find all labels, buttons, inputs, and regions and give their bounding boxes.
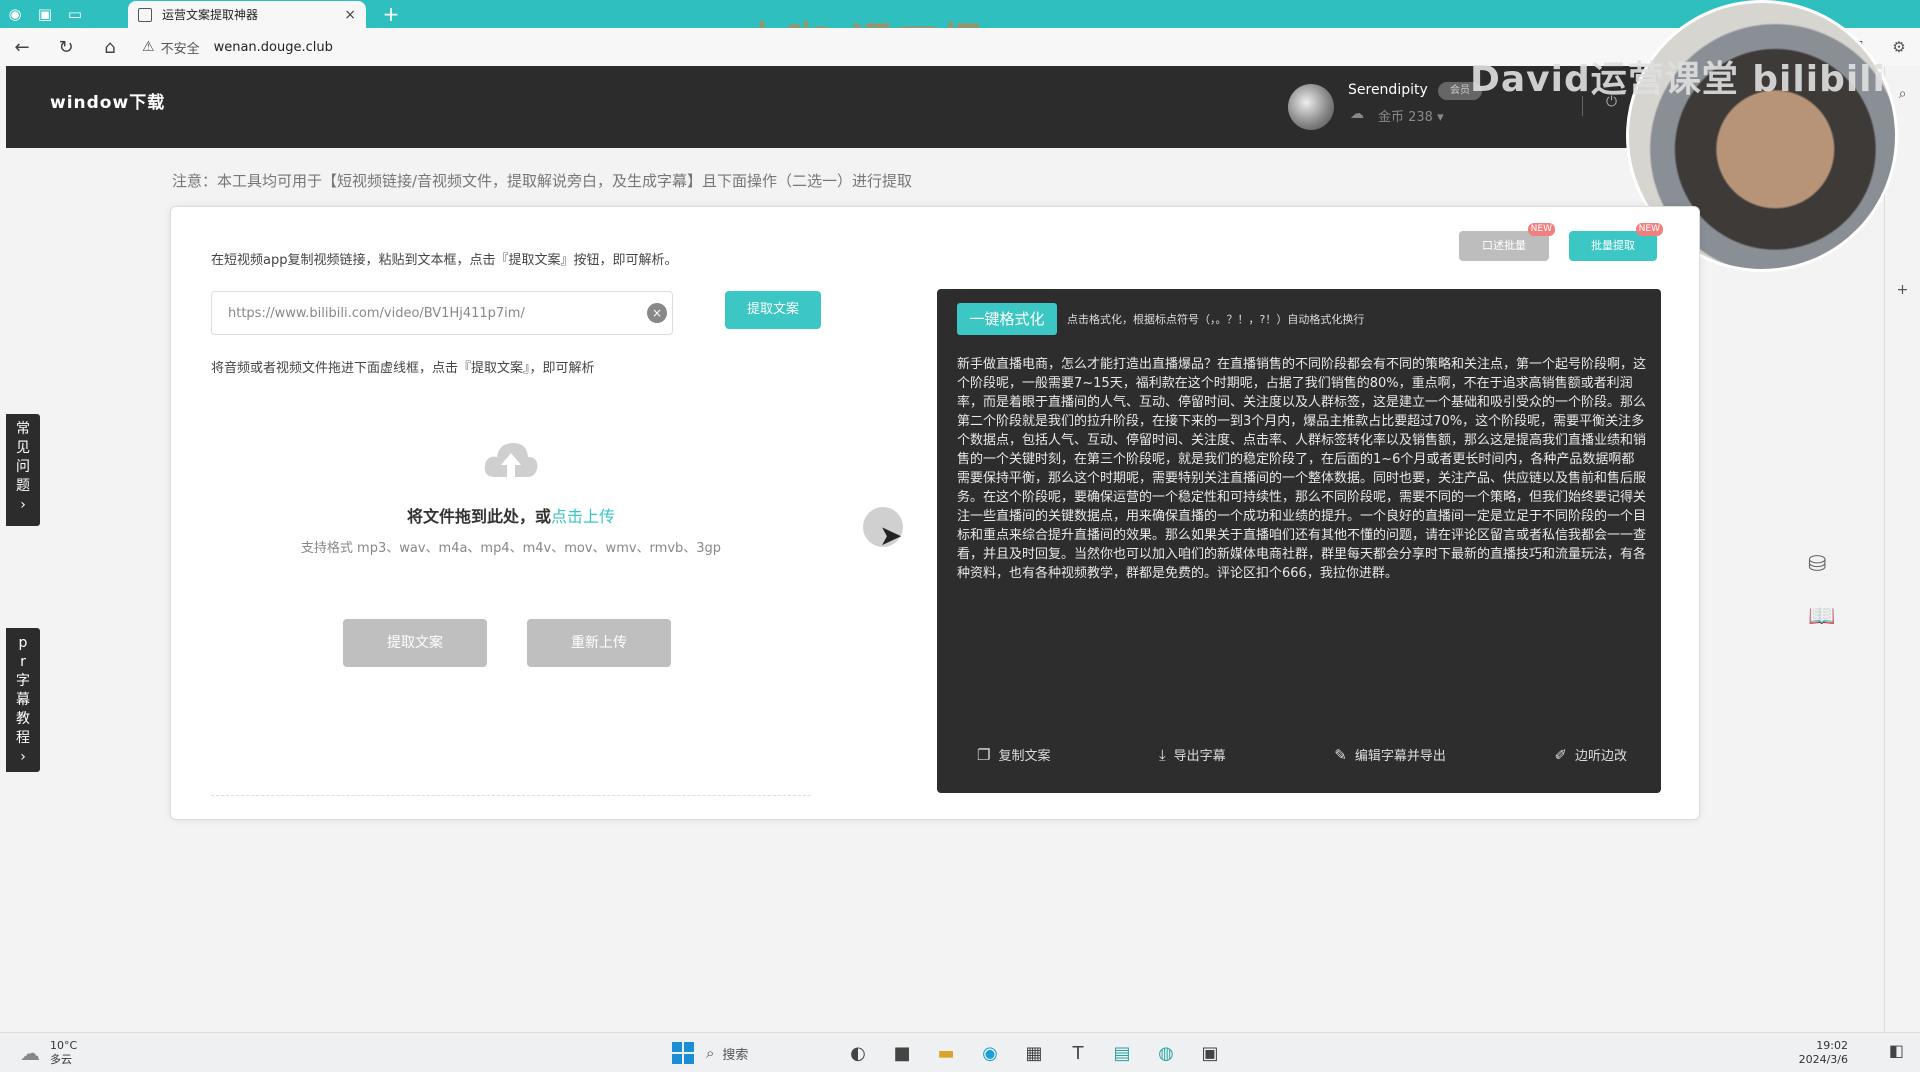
batch-dictation-label: 口述批量 (1482, 239, 1526, 252)
app-grid-icon[interactable]: ▣ (1188, 1043, 1232, 1064)
download-icon: ⤓ (1159, 745, 1166, 764)
supported-formats: 支持格式 mp3、wav、m4a、mp4、m4v、mov、wmv、rmvb、3g… (300, 541, 722, 556)
tab-title: 运营文案提取神器 (162, 8, 259, 22)
browser-profile-icon[interactable]: ◉ (0, 0, 30, 28)
new-tab-button[interactable]: + (376, 0, 406, 28)
chevron-right-icon: › (20, 749, 26, 765)
notification-icon[interactable]: ◧ (1889, 1041, 1904, 1060)
book-icon[interactable]: 📖 (1808, 604, 1835, 629)
browser-sidebar: ⌕ + (1884, 66, 1920, 1032)
link-hint: 在短视频app复制视频链接，粘贴到文本框，点击『提取文案』按钮，即可解析。 (211, 253, 678, 268)
warning-icon: ⚠ (142, 39, 155, 55)
copy-text-label: 复制文案 (998, 749, 1051, 764)
cloud-upload-icon[interactable] (481, 437, 541, 487)
taskbar: ☁ 10°C 多云 ⌕ 搜索 ◐ ■ ▬ ◉ ▦ T ▤ ◍ ▣ 19:02 2… (0, 1032, 1920, 1072)
extract-file-button[interactable]: 提取文案 (343, 619, 487, 667)
edit-export-button[interactable]: ✎ 编辑字幕并导出 (1334, 745, 1446, 765)
main-card: 在短视频app复制视频链接，粘贴到文本框，点击『提取文案』按钮，即可解析。 × … (170, 206, 1700, 820)
taskbar-search[interactable]: ⌕ 搜索 (706, 1044, 836, 1063)
copy-text-button[interactable]: ❐ 复制文案 (977, 745, 1051, 765)
sidebar-add-icon[interactable]: + (1885, 282, 1920, 298)
result-actions: ❐ 复制文案 ⤓ 导出字幕 ✎ 编辑字幕并导出 ✐ 边听边改 (977, 745, 1627, 765)
file-explorer-icon[interactable]: ▬ (924, 1043, 968, 1064)
workspaces-icon[interactable]: ▣ (30, 0, 60, 28)
edit-export-label: 编辑字幕并导出 (1354, 749, 1446, 764)
edge-browser-icon[interactable]: ◉ (968, 1043, 1012, 1064)
pen-icon: ✐ (1554, 745, 1567, 764)
batch-dictation-button[interactable]: 口述批量 NEW (1459, 223, 1555, 261)
task-view-icon[interactable]: ■ (880, 1043, 924, 1064)
clock-date: 2024/3/6 (1798, 1053, 1848, 1066)
weather-widget[interactable]: ☁ 10°C 多云 (20, 1039, 77, 1067)
clock-time: 19:02 (1816, 1039, 1848, 1052)
drop-zone-label: 将文件拖到此处，或 (406, 507, 551, 526)
notice-text: 注意：本工具均可用于【短视频链接/音视频文件，提取解说旁白，及生成字幕】且下面操… (172, 172, 913, 190)
batch-extract-button[interactable]: 批量提取 NEW (1569, 223, 1663, 261)
weather-desc: 多云 (50, 1053, 72, 1066)
weather-cloud-icon: ☁ (20, 1041, 40, 1065)
avatar[interactable] (1288, 84, 1334, 130)
start-windows-icon[interactable] (672, 1042, 694, 1064)
export-subtitle-button[interactable]: ⤓ 导出字幕 (1159, 745, 1226, 765)
search-icon: ⌕ (706, 1044, 715, 1062)
faq-tab[interactable]: 常见问题 › (6, 414, 40, 526)
temperature: 10°C (50, 1039, 78, 1052)
mouse-cursor-icon: ➤ (879, 519, 903, 552)
batch-extract-label: 批量提取 (1591, 239, 1635, 252)
store-icon[interactable]: ▦ (1012, 1043, 1056, 1064)
coin-icon: ☁ (1350, 106, 1364, 122)
pr-tutorial-tab[interactable]: pr字幕教程 › (6, 628, 40, 772)
chrome-icon[interactable]: ◍ (1144, 1043, 1188, 1064)
pr-tutorial-label: pr字幕教程 (16, 635, 30, 746)
taskbar-search-label: 搜索 (722, 1047, 749, 1063)
security-indicator[interactable]: ⚠ 不安全 (142, 38, 200, 57)
transcript-text[interactable]: 新手做直播电商，怎么才能打造出直播爆品？在直播销售的不同阶段都会有不同的策略和关… (957, 355, 1647, 583)
result-panel: 一键格式化 点击格式化，根据标点符号（，。？！，?！）自动格式化换行 新手做直播… (937, 289, 1661, 793)
copy-icon: ❐ (977, 745, 991, 764)
insecure-label: 不安全 (160, 41, 200, 57)
typora-icon[interactable]: T (1056, 1043, 1100, 1064)
format-button[interactable]: 一键格式化 (957, 303, 1057, 335)
extract-link-button[interactable]: 提取文案 (725, 291, 821, 329)
click-upload-link[interactable]: 点击上传 (551, 507, 615, 526)
edit-document-icon: ✎ (1334, 745, 1347, 764)
drop-zone-text[interactable]: 将文件拖到此处，或点击上传 (331, 503, 691, 527)
taskbar-apps: ⌕ 搜索 ◐ ■ ▬ ◉ ▦ T ▤ ◍ ▣ (660, 1037, 1232, 1069)
chevron-right-icon: › (20, 497, 26, 513)
coin-count[interactable]: 金币 238 ▾ (1378, 106, 1444, 125)
coin-stack-icon[interactable]: ⛁ (1808, 552, 1826, 577)
page-favicon-icon (138, 7, 152, 22)
clear-input-icon[interactable]: × (647, 303, 667, 323)
url-text[interactable]: wenan.douge.club (214, 40, 333, 55)
listen-edit-label: 边听边改 (1574, 749, 1627, 764)
dashed-divider (211, 795, 811, 796)
new-tag: NEW (1635, 223, 1663, 236)
username[interactable]: Serendipity (1348, 82, 1428, 98)
site-logo[interactable]: window下载 (50, 88, 165, 113)
notepad-icon[interactable]: ▤ (1100, 1043, 1144, 1064)
app-icon[interactable]: ◐ (836, 1043, 880, 1064)
faq-label: 常见问题 (16, 421, 30, 494)
video-url-input[interactable] (211, 291, 673, 335)
upload-hint: 将音频或者视频文件拖进下面虚线框，点击『提取文案』，即可解析 (211, 361, 595, 376)
tab-close-icon[interactable]: × (344, 7, 356, 23)
refresh-icon[interactable]: ↻ (44, 28, 88, 66)
format-hint: 点击格式化，根据标点符号（，。？！，?！）自动格式化换行 (1067, 313, 1365, 326)
listen-edit-button[interactable]: ✐ 边听边改 (1554, 745, 1627, 765)
clock[interactable]: 19:02 2024/3/6 (1799, 1039, 1848, 1067)
tab-actions-icon[interactable]: ▭ (60, 0, 90, 28)
home-icon[interactable]: ⌂ (88, 28, 132, 66)
reupload-button[interactable]: 重新上传 (527, 619, 671, 667)
export-subtitle-label: 导出字幕 (1173, 749, 1226, 764)
browser-tab-active[interactable]: 运营文案提取神器 × (128, 1, 366, 28)
new-tag: NEW (1527, 223, 1555, 236)
back-icon[interactable]: ← (0, 28, 44, 66)
streamer-overlay-text: David运营课堂 bilibili (1470, 59, 1886, 100)
